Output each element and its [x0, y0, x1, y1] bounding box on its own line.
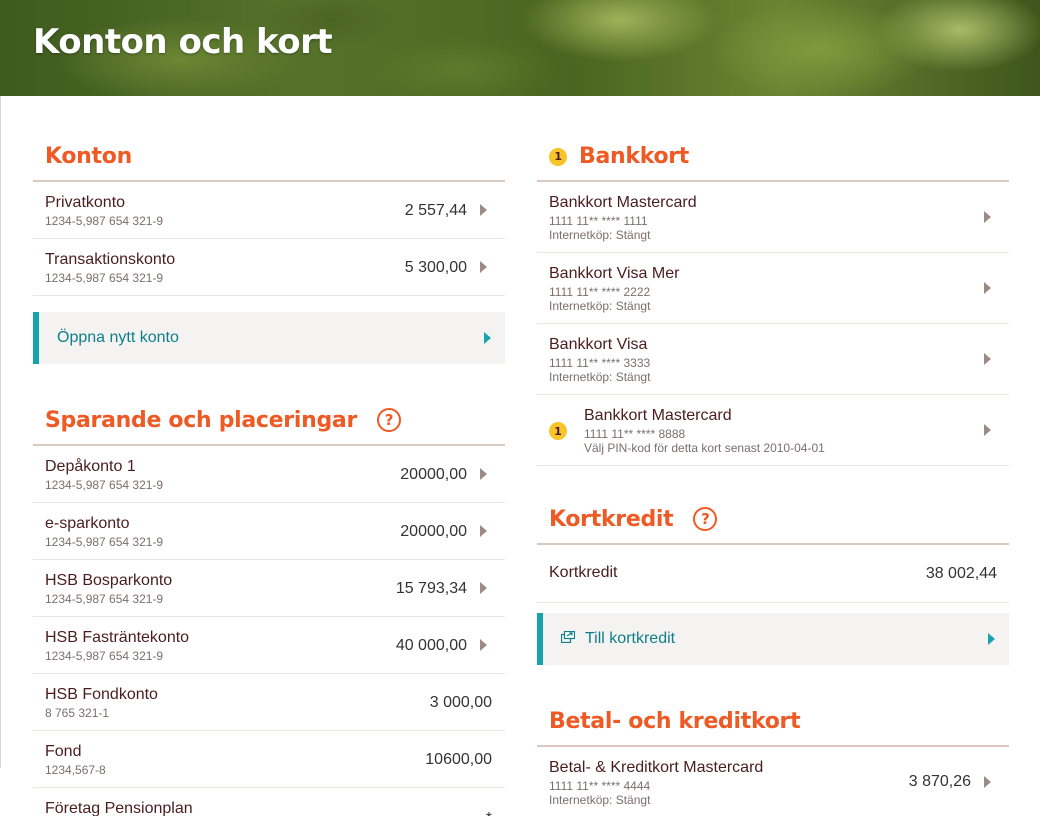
- card-info: Internetköp: Stängt: [549, 370, 651, 384]
- card-row-bankkort-mastercard[interactable]: Bankkort Mastercard 1111 11** **** 1111 …: [537, 182, 1009, 253]
- external-link-icon: [561, 631, 575, 643]
- help-icon[interactable]: ?: [693, 507, 718, 531]
- card-row-betal-kreditkort-mastercard[interactable]: Betal- & Kreditkort Mastercard 1111 11**…: [537, 747, 1009, 816]
- card-info: Internetköp: Stängt: [549, 228, 651, 242]
- savings-row-fond: Fond 1234,567-8 10600,00: [33, 731, 505, 788]
- account-balance: 5 300,00: [404, 259, 467, 276]
- account-number: 1234-5,987 654 321-9: [45, 592, 164, 606]
- account-name: HSB Bosparkonto: [45, 572, 173, 589]
- chevron-right-icon: [984, 776, 991, 788]
- card-row-bankkort-visa[interactable]: Bankkort Visa 1111 11** **** 3333 Intern…: [537, 324, 1009, 395]
- account-row-transaktionskonto[interactable]: Transaktionskonto 1234-5,987 654 321-9 5…: [33, 239, 505, 296]
- chevron-right-icon: [480, 582, 487, 594]
- account-number: 1234-5,987 654 321-9: [45, 271, 164, 285]
- card-info: Välj PIN-kod för detta kort senast 2010-…: [584, 441, 825, 455]
- konton-heading: Konton: [33, 96, 505, 182]
- account-balance: 10600,00: [425, 751, 492, 768]
- chevron-right-icon: [984, 211, 991, 223]
- chevron-right-icon: [984, 353, 991, 365]
- account-balance: 2 557,44: [404, 202, 467, 219]
- kortkredit-name: Kortkredit: [549, 564, 618, 581]
- left-column: Konton Privatkonto 1234-5,987 654 321-9 …: [33, 96, 505, 816]
- chevron-right-icon: [480, 261, 487, 273]
- card-row-bankkort-mastercard-pin[interactable]: 1 Bankkort Mastercard 1111 11** **** 888…: [537, 395, 1009, 466]
- help-icon[interactable]: ?: [377, 408, 401, 432]
- till-kortkredit-label: Till kortkredit: [585, 630, 676, 647]
- sparande-title: Sparande och placeringar: [45, 408, 357, 433]
- chevron-right-icon: [984, 282, 991, 294]
- savings-row-esparkonto[interactable]: e-sparkonto 1234-5,987 654 321-9 20000,0…: [33, 503, 505, 560]
- card-number: 1111 11** **** 3333: [549, 356, 651, 370]
- account-number: 1234-5,987 654 321-9: [45, 478, 164, 492]
- notification-badge: 1: [549, 148, 567, 166]
- till-kortkredit-link[interactable]: Till kortkredit: [537, 613, 1009, 665]
- sparande-heading: Sparande och placeringar ?: [33, 364, 505, 446]
- konton-title: Konton: [45, 144, 132, 169]
- account-name: Fond: [45, 743, 82, 760]
- card-number: 1111 11** **** 2222: [549, 285, 651, 299]
- card-row-bankkort-visa-mer[interactable]: Bankkort Visa Mer 1111 11** **** 2222 In…: [537, 253, 1009, 324]
- kortkredit-amount: 38 002,44: [925, 565, 997, 582]
- card-balance: 3 870,26: [908, 773, 971, 790]
- savings-row-hsb-fastrantekonto[interactable]: HSB Fasträntekonto 1234-5,987 654 321-9 …: [33, 617, 505, 674]
- page-left-border: [0, 96, 1, 768]
- kortkredit-row: Kortkredit 38 002,44: [537, 545, 1009, 603]
- right-column: 1 Bankkort Bankkort Mastercard 1111 11**…: [537, 96, 1009, 816]
- card-info: Internetköp: Stängt: [549, 299, 651, 313]
- savings-row-hsb-bosparkonto[interactable]: HSB Bosparkonto 1234-5,987 654 321-9 15 …: [33, 560, 505, 617]
- card-name: Bankkort Visa Mer: [549, 265, 680, 282]
- account-name: HSB Fasträntekonto: [45, 629, 190, 646]
- account-balance: 40 000,00: [395, 637, 467, 654]
- account-name: Privatkonto: [45, 194, 126, 211]
- card-name: Bankkort Mastercard: [549, 194, 697, 211]
- notification-badge: 1: [549, 422, 567, 440]
- chevron-right-icon: [484, 332, 491, 344]
- account-number: 8 765 321-1: [45, 706, 110, 720]
- chevron-right-icon: [984, 424, 991, 436]
- page-title: Konton och kort: [33, 22, 333, 62]
- account-name: HSB Fondkonto: [45, 686, 158, 703]
- card-name: Bankkort Mastercard: [584, 407, 732, 424]
- account-name: Depåkonto 1: [45, 458, 136, 475]
- account-number: 1234-5,987 654 321-9: [45, 649, 164, 663]
- betal-heading: Betal- och kreditkort: [537, 665, 1009, 747]
- savings-row-depakonto[interactable]: Depåkonto 1 1234-5,987 654 321-9 20000,0…: [33, 446, 505, 503]
- account-number: 1234-5,987 654 321-9: [45, 535, 164, 549]
- card-number: 1111 11** **** 8888: [584, 427, 686, 441]
- chevron-right-icon: [480, 204, 487, 216]
- account-balance: 20000,00: [400, 523, 467, 540]
- open-new-account-button[interactable]: Öppna nytt konto: [33, 312, 505, 364]
- account-name: Företag Pensionplan: [45, 800, 193, 816]
- open-new-account-label: Öppna nytt konto: [57, 329, 179, 346]
- savings-row-foretag-pensionplan: Företag Pensionplan *: [33, 788, 505, 816]
- bankkort-heading: 1 Bankkort: [537, 96, 1009, 182]
- account-balance: 3 000,00: [429, 694, 492, 711]
- card-name: Betal- & Kreditkort Mastercard: [549, 759, 764, 776]
- account-row-privatkonto[interactable]: Privatkonto 1234-5,987 654 321-9 2 557,4…: [33, 182, 505, 239]
- account-name: Transaktionskonto: [45, 251, 176, 268]
- kortkredit-title: Kortkredit: [549, 507, 674, 532]
- card-info: Internetköp: Stängt: [549, 793, 651, 807]
- card-number: 1111 11** **** 1111: [549, 214, 648, 228]
- account-number: 1234,567-8: [45, 763, 106, 777]
- account-number: 1234-5,987 654 321-9: [45, 214, 164, 228]
- header-banner: Konton och kort: [0, 0, 1040, 96]
- account-balance: *: [486, 810, 492, 816]
- chevron-right-icon: [480, 639, 487, 651]
- betal-title: Betal- och kreditkort: [549, 709, 801, 734]
- account-balance: 20000,00: [400, 466, 467, 483]
- chevron-right-icon: [988, 633, 995, 645]
- card-name: Bankkort Visa: [549, 336, 648, 353]
- savings-row-hsb-fondkonto: HSB Fondkonto 8 765 321-1 3 000,00: [33, 674, 505, 731]
- bankkort-title: Bankkort: [579, 144, 690, 169]
- kortkredit-heading: Kortkredit ?: [537, 466, 1009, 545]
- chevron-right-icon: [480, 525, 487, 537]
- card-number: 1111 11** **** 4444: [549, 779, 651, 793]
- account-name: e-sparkonto: [45, 515, 130, 532]
- account-balance: 15 793,34: [395, 580, 467, 597]
- chevron-right-icon: [480, 468, 487, 480]
